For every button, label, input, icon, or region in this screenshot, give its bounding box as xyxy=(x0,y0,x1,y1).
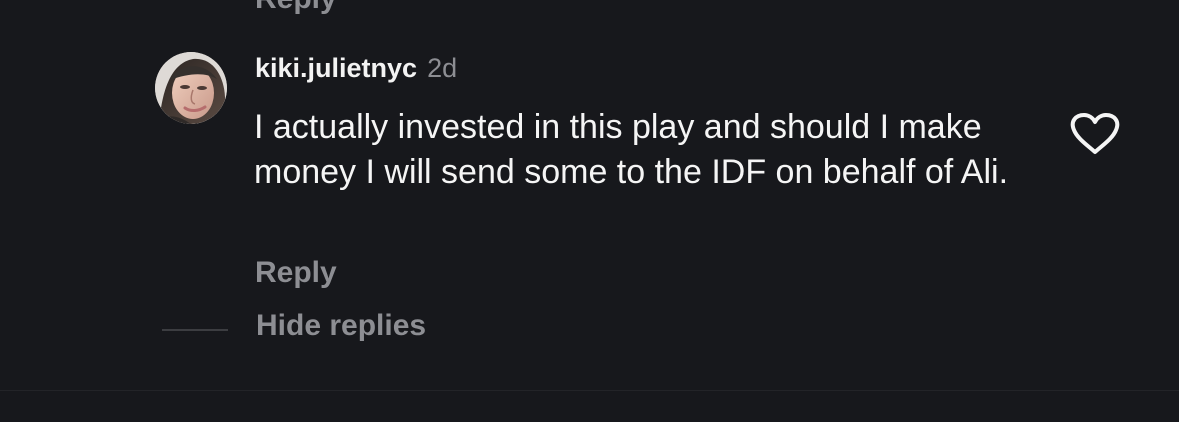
username[interactable]: kiki.julietnyc xyxy=(255,53,417,84)
comment-header: kiki.julietnyc 2d xyxy=(255,53,457,84)
comment-timestamp: 2d xyxy=(427,53,458,83)
heart-outline-icon xyxy=(1070,113,1120,154)
like-button[interactable] xyxy=(1069,112,1121,156)
reply-thread-line xyxy=(162,329,228,331)
next-comment-area xyxy=(0,391,1179,422)
hide-replies-row: Hide replies xyxy=(0,307,1179,352)
hide-replies-button[interactable]: Hide replies xyxy=(256,309,426,343)
comment-thread-screen: Reply xyxy=(0,0,1179,422)
comment-text: I actually invested in this play and sho… xyxy=(254,108,1009,191)
avatar[interactable] xyxy=(155,52,227,124)
reply-button[interactable]: Reply xyxy=(255,256,337,290)
profile-photo-icon xyxy=(155,52,227,124)
